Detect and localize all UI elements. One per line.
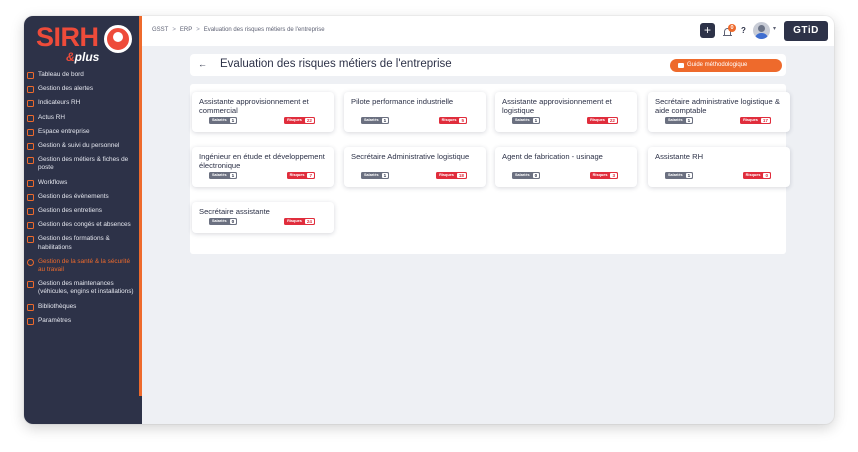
job-card[interactable]: Agent de fabrication - usinage Salariés 0… <box>495 147 637 187</box>
salaries-badge: Salariés 1 <box>361 117 390 124</box>
back-arrow-icon[interactable]: ← <box>198 59 207 69</box>
avatar[interactable] <box>753 22 770 39</box>
risques-badge: Risques 3 <box>589 172 618 179</box>
breadcrumb-separator: > <box>196 27 200 33</box>
job-title: Secrétaire administrative logistique & a… <box>655 97 780 116</box>
sidebar-item-leaves[interactable]: Gestion des congés et absences <box>24 218 142 232</box>
job-card[interactable]: Secrétaire administrative logistique & a… <box>648 92 790 132</box>
sidebar-item-settings[interactable]: Paramètres <box>24 314 142 328</box>
risques-badge: Risques 5 <box>438 117 467 124</box>
salaries-badge: Salariés 0 <box>512 172 541 179</box>
risques-badge: Risques 17 <box>740 117 771 124</box>
sidebar-item-dashboard[interactable]: Tableau de bord <box>24 68 142 82</box>
add-button[interactable]: + <box>700 23 715 38</box>
sidebar-item-training[interactable]: Gestion des formations & habilitations <box>24 232 142 254</box>
notification-badge: 0 <box>728 24 736 32</box>
job-card[interactable]: Secrétaire Administrative logistique Sal… <box>344 147 486 187</box>
job-card[interactable]: Pilote performance industrielle Salariés… <box>344 92 486 132</box>
sidebar-item-jobs[interactable]: Gestion des métiers & fiches de poste <box>24 153 142 175</box>
interview-icon <box>27 208 34 216</box>
wrench-icon <box>27 281 34 289</box>
sidebar-item-personnel[interactable]: Gestion & suivi du personnel <box>24 139 142 153</box>
alert-icon <box>27 86 34 94</box>
job-title: Secrétaire assistante <box>199 207 270 216</box>
breadcrumb-erp[interactable]: ERP <box>180 27 192 33</box>
salaries-badge: Salariés 1 <box>512 117 541 124</box>
sidebar: SIRH &plus Tableau de bord Gestion des a… <box>24 16 142 424</box>
briefcase-icon <box>27 157 34 165</box>
chart-icon <box>27 100 34 108</box>
sidebar-item-indicators[interactable]: Indicateurs RH <box>24 96 142 110</box>
breadcrumb: GSST > ERP > Evaluation des risques méti… <box>152 27 325 33</box>
building-icon <box>27 128 34 136</box>
sidebar-accent-bar <box>139 16 142 396</box>
sidebar-item-alerts[interactable]: Gestion des alertes <box>24 82 142 96</box>
sidebar-item-workflows[interactable]: Workflows <box>24 176 142 190</box>
sidebar-item-company[interactable]: Espace entreprise <box>24 125 142 139</box>
app-window: SIRH &plus Tableau de bord Gestion des a… <box>24 16 834 424</box>
gtid-logo: GTiD <box>784 21 828 41</box>
shield-icon <box>27 258 34 266</box>
salaries-badge: Salariés 1 <box>665 117 694 124</box>
job-title: Assistante approvisionnement et logistiq… <box>502 97 612 116</box>
sidebar-menu: Tableau de bord Gestion des alertes Indi… <box>24 68 142 328</box>
sidebar-item-news[interactable]: Actus RH <box>24 111 142 125</box>
book-icon <box>678 63 684 68</box>
sidebar-item-health-safety[interactable]: Gestion de la santé & la sécurité au tra… <box>24 255 142 277</box>
job-card[interactable]: Assistante approvisionnement et commerci… <box>192 92 334 132</box>
calendar-icon <box>27 193 34 201</box>
job-card[interactable]: Assistante RH Salariés 1 Risques 0 <box>648 147 790 187</box>
workflow-icon <box>27 179 34 187</box>
job-card[interactable]: Secrétaire assistante Salariés 0 Risques 2… <box>192 202 334 233</box>
sidebar-item-libraries[interactable]: Bibliothèques <box>24 300 142 314</box>
sidebar-item-maintenance[interactable]: Gestion des maintenances (véhicules, eng… <box>24 277 142 299</box>
users-icon <box>27 143 34 151</box>
risques-badge: Risques 0 <box>742 172 771 179</box>
logo-person-icon <box>104 25 132 53</box>
dashboard-icon <box>27 72 34 79</box>
salaries-badge: Salariés 1 <box>209 172 238 179</box>
risques-badge: Risques 18 <box>436 172 467 179</box>
folder-icon <box>27 303 34 311</box>
salaries-badge: Salariés 0 <box>209 218 238 225</box>
salaries-badge: Salariés 1 <box>209 117 238 124</box>
page-title: Evaluation des risques métiers de l'entr… <box>220 58 452 70</box>
risques-badge: Risques 24 <box>284 218 315 225</box>
gear-icon <box>27 317 34 325</box>
job-title: Secrétaire Administrative logistique <box>351 152 470 161</box>
news-icon <box>27 114 34 122</box>
help-icon[interactable]: ? <box>741 26 746 35</box>
job-title: Ingénieur en étude et développement élec… <box>199 152 325 171</box>
risques-badge: Risques 7 <box>286 172 315 179</box>
job-card[interactable]: Assistante approvisionnement et logistiq… <box>495 92 637 132</box>
breadcrumb-gsst[interactable]: GSST <box>152 27 168 33</box>
breadcrumb-current: Evaluation des risques métiers de l'entr… <box>203 27 325 33</box>
logo-wordmark: SIRH <box>36 22 99 52</box>
calendar-leave-icon <box>27 222 34 230</box>
graduation-icon <box>27 236 34 244</box>
job-title: Pilote performance industrielle <box>351 97 454 106</box>
guide-button[interactable]: Guide méthodologique <box>670 59 782 72</box>
top-bar: GSST > ERP > Evaluation des risques méti… <box>142 16 834 46</box>
logo-subtitle: &plus <box>66 50 100 64</box>
breadcrumb-separator: > <box>172 27 176 33</box>
salaries-badge: Salariés 1 <box>361 172 390 179</box>
sirh-plus-logo[interactable]: SIRH &plus <box>36 20 132 66</box>
sidebar-item-events[interactable]: Gestion des évènements <box>24 190 142 204</box>
chevron-down-icon[interactable]: ▾ <box>773 25 776 32</box>
risques-badge: Risques 22 <box>284 117 315 124</box>
risques-badge: Risques 22 <box>587 117 618 124</box>
sidebar-item-interviews[interactable]: Gestion des entretiens <box>24 204 142 218</box>
job-title: Assistante RH <box>655 152 704 161</box>
page-header: ← Evaluation des risques métiers de l'en… <box>190 54 786 76</box>
salaries-badge: Salariés 1 <box>665 172 694 179</box>
job-title: Assistante approvisionnement et commerci… <box>199 97 309 116</box>
job-title: Agent de fabrication - usinage <box>502 152 603 161</box>
job-card[interactable]: Ingénieur en étude et développement élec… <box>192 147 334 187</box>
bell-icon[interactable]: 0 <box>722 24 736 38</box>
